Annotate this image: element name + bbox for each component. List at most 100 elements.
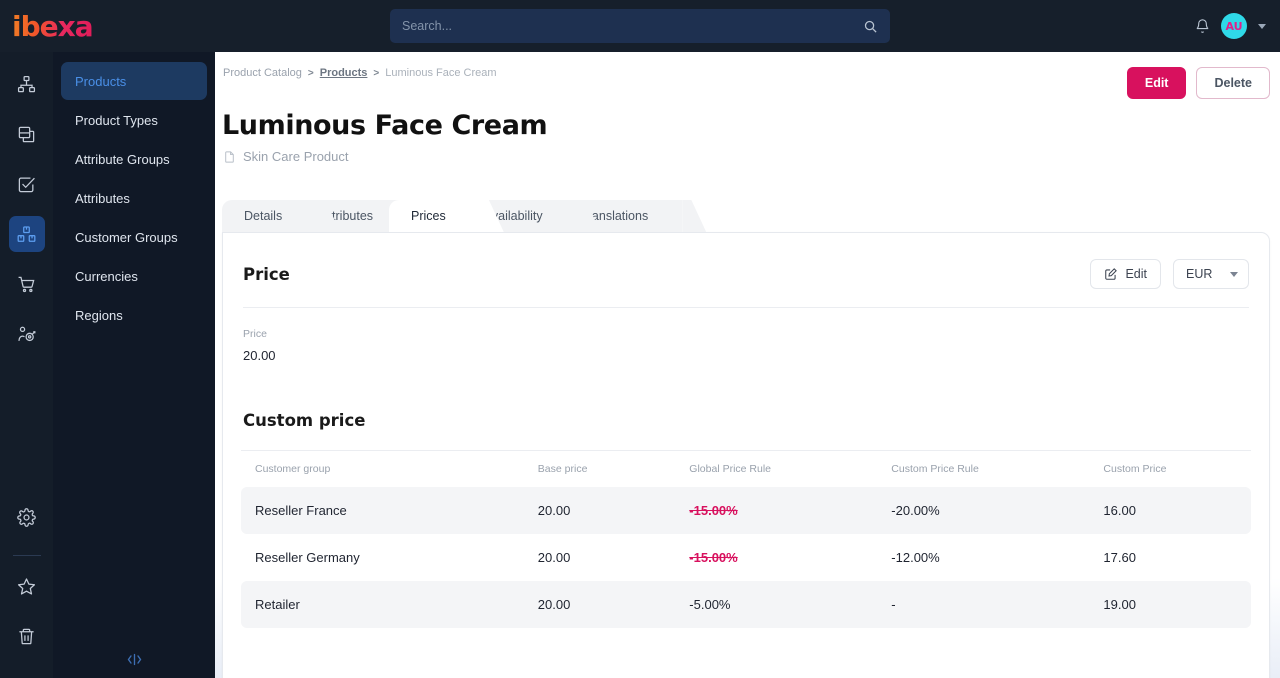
tab-details[interactable]: Details: [222, 200, 317, 232]
cell-base-price: 20.00: [523, 487, 676, 534]
column-header-customer-group: Customer group: [241, 450, 524, 487]
rail-bottom-group: [9, 499, 45, 678]
pages-icon: [17, 125, 36, 144]
price-section-title: Price: [243, 264, 290, 284]
collapse-panel-icon: [126, 653, 143, 666]
sidebar-item-attribute-groups[interactable]: Attribute Groups: [61, 140, 207, 178]
topbar-right-cluster: AU: [1195, 0, 1266, 52]
main-content: Product Catalog > Products > Luminous Fa…: [215, 52, 1280, 678]
cell-custom-price-rule: -: [877, 581, 1090, 628]
logo-text: ibexa: [12, 9, 94, 43]
avatar[interactable]: AU: [1221, 13, 1247, 39]
table-row[interactable]: Reseller France 20.00 -15.00% -20.00% 16…: [241, 487, 1251, 534]
top-bar: ibexa Search... AU: [0, 0, 1280, 52]
edit-button[interactable]: Edit: [1126, 67, 1187, 99]
breadcrumb-link-products[interactable]: Products: [320, 67, 368, 79]
cell-customer-group: Reseller France: [241, 487, 524, 534]
notifications-bell-icon[interactable]: [1195, 18, 1210, 34]
document-icon: [223, 150, 236, 164]
star-icon: [17, 577, 36, 596]
sidebar-collapse-toggle[interactable]: [53, 648, 215, 670]
rail-item-bookmarks[interactable]: [9, 568, 45, 604]
icon-rail: [0, 52, 53, 678]
column-header-base-price: Base price: [523, 450, 676, 487]
breadcrumb-current: Luminous Face Cream: [385, 67, 497, 79]
sidebar-item-products[interactable]: Products: [61, 62, 207, 100]
search-input[interactable]: Search...: [402, 19, 863, 33]
sidebar-item-product-types[interactable]: Product Types: [61, 101, 207, 139]
cell-base-price: 20.00: [537, 550, 571, 565]
cart-icon: [17, 275, 36, 294]
currency-select-value: EUR: [1186, 267, 1213, 281]
breadcrumb-separator: >: [373, 67, 380, 79]
rail-divider: [12, 555, 41, 556]
table-head: Customer group Base price Global Price R…: [241, 450, 1251, 487]
sidebar-item-customer-groups[interactable]: Customer Groups: [61, 218, 207, 256]
cell-customer-group: Retailer: [241, 581, 524, 628]
tab-label: Prices: [411, 209, 446, 223]
column-header-custom-price-rule: Custom Price Rule: [877, 450, 1090, 487]
sidebar-nav: Products Product Types Attribute Groups …: [53, 52, 215, 678]
breadcrumb-root[interactable]: Product Catalog: [223, 67, 302, 79]
table-header-row: Customer group Base price Global Price R…: [241, 450, 1251, 487]
rail-item-cart[interactable]: [9, 266, 45, 302]
rail-item-sitemap[interactable]: [9, 66, 45, 102]
search-icon[interactable]: [863, 19, 878, 34]
page-title: Luminous Face Cream: [222, 110, 548, 141]
checkbox-icon: [17, 175, 36, 194]
global-rule-value: -15.00%: [689, 503, 738, 518]
rail-item-customers[interactable]: [9, 316, 45, 352]
column-header-custom-price: Custom Price: [1089, 450, 1251, 487]
tab-bar: Details Attributes Prices Availability T…: [222, 200, 683, 232]
cell-custom-price: 17.60: [1103, 550, 1136, 565]
chevron-down-icon[interactable]: [1258, 23, 1266, 29]
header-actions: Edit Delete: [1126, 67, 1270, 99]
currency-select[interactable]: EUR: [1173, 259, 1249, 289]
global-rule-value: -15.00%: [689, 550, 738, 565]
table-row[interactable]: Retailer 20.00 -5.00% - 19.00: [241, 581, 1251, 628]
price-edit-button[interactable]: Edit: [1090, 259, 1161, 289]
price-section-header: Price Edit EUR: [241, 259, 1251, 289]
rail-item-product-catalog[interactable]: [8, 216, 45, 252]
table-row[interactable]: Reseller Germany 20.00 -15.00% -12.00% 1…: [241, 534, 1251, 581]
page-subtitle: Skin Care Product: [223, 149, 349, 164]
sidebar-item-attributes[interactable]: Attributes: [61, 179, 207, 217]
sitemap-icon: [17, 75, 36, 94]
custom-price-table: Customer group Base price Global Price R…: [241, 450, 1251, 628]
sidebar-item-regions[interactable]: Regions: [61, 296, 207, 334]
column-header-global-price-rule: Global Price Rule: [675, 450, 878, 487]
page-subtitle-label: Skin Care Product: [243, 149, 349, 164]
price-section-tools: Edit EUR: [1090, 259, 1249, 289]
tab-label: Details: [244, 209, 283, 223]
breadcrumb: Product Catalog > Products > Luminous Fa…: [223, 67, 497, 79]
gear-icon: [17, 507, 36, 527]
cell-customer-group: Reseller Germany: [255, 550, 360, 565]
sidebar-item-label: Currencies: [75, 268, 138, 284]
delete-button[interactable]: Delete: [1196, 67, 1270, 99]
rail-item-tasks[interactable]: [9, 166, 45, 202]
price-field-label: Price: [243, 328, 267, 340]
rail-item-trash[interactable]: [9, 618, 45, 654]
sidebar-item-label: Products: [75, 73, 127, 89]
global-search[interactable]: Search...: [390, 9, 890, 43]
cell-custom-price: 19.00: [1089, 581, 1251, 628]
app-logo[interactable]: ibexa: [0, 0, 215, 52]
custom-price-title: Custom price: [243, 411, 366, 430]
cell-custom-price-rule: -12.00%: [891, 550, 940, 565]
price-edit-label: Edit: [1125, 267, 1147, 281]
edit-square-icon: [1104, 267, 1118, 281]
sidebar-item-label: Product Types: [75, 112, 158, 128]
sidebar-item-label: Attribute Groups: [75, 151, 170, 167]
prices-panel: Price Edit EUR Price 20.00 Custom price …: [222, 232, 1270, 678]
cell-custom-price: 16.00: [1089, 487, 1251, 534]
rail-item-pages[interactable]: [9, 116, 45, 152]
rail-item-settings[interactable]: [9, 499, 45, 535]
chevron-down-icon: [1230, 271, 1238, 277]
price-field: Price 20.00: [241, 308, 1251, 363]
tab-prices[interactable]: Prices: [389, 200, 480, 232]
cell-global-price-rule: -5.00%: [675, 581, 878, 628]
cell-base-price: 20.00: [523, 581, 676, 628]
sidebar-item-label: Customer Groups: [75, 229, 178, 245]
price-field-value: 20.00: [243, 348, 276, 363]
sidebar-item-currencies[interactable]: Currencies: [61, 257, 207, 295]
